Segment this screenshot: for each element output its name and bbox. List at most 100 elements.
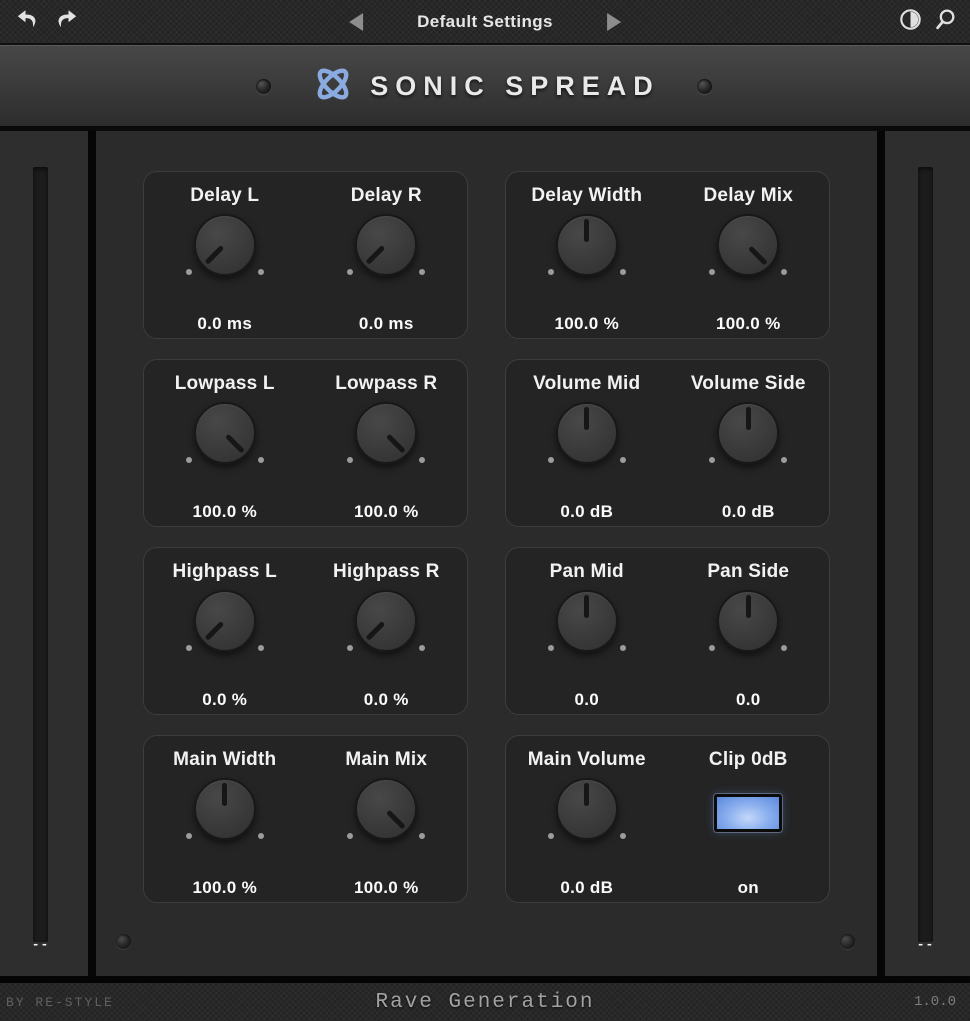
control-main-width: Main Width 100.0 % [144,736,306,902]
knob-max-dot [419,457,425,463]
knob-value: 100.0 % [555,314,619,334]
knob-delay-mix[interactable] [717,214,779,276]
knob-pointer [584,219,589,242]
control-highpass-l: Highpass L 0.0 % [144,548,306,714]
knob-lowpass-r[interactable] [355,402,417,464]
control-clip-0db: Clip 0dB on [668,736,830,902]
next-preset-button[interactable] [601,8,628,35]
knob-max-dot [620,645,626,651]
knob-main-mix[interactable] [355,778,417,840]
group-highpass-lr: Highpass L 0.0 % Highpass R [143,547,468,715]
brand: SONIC SPREAD [310,61,660,112]
left-meter-readout: -- [26,937,55,952]
knob-value: 100.0 % [193,502,257,522]
knob-value: 100.0 % [354,502,418,522]
knob-min-dot [347,645,353,651]
knob-min-dot [186,645,192,651]
group-pan-mid-side: Pan Mid 0.0 Pan Side [505,547,830,715]
version-number: 1.0.0 [914,994,956,1010]
control-pan-side: Pan Side 0.0 [668,548,830,714]
knob-area [673,402,823,470]
knob-label: Main Width [173,749,276,771]
toggle-area [673,778,823,846]
knob-area [673,590,823,658]
knob-delay-width[interactable] [556,214,618,276]
knob-pointer [205,621,225,641]
contrast-toggle-button[interactable] [897,8,924,35]
knob-pan-side[interactable] [717,590,779,652]
knob-pointer [584,783,589,806]
knob-pointer [222,783,227,806]
control-lowpass-r: Lowpass R 100.0 % [306,360,468,526]
preset-name[interactable]: Default Settings [417,12,553,32]
clip-toggle-button[interactable] [714,794,782,832]
control-highpass-r: Highpass R 0.0 % [306,548,468,714]
undo-button[interactable] [13,8,40,35]
knob-pointer [746,407,751,430]
knob-area [512,590,662,658]
screw-icon [116,934,131,949]
zoom-button[interactable] [932,8,959,35]
knob-value: 0.0 % [364,690,409,710]
knob-min-dot [186,457,192,463]
knob-value: 0.0 dB [722,502,775,522]
knob-main-width[interactable] [194,778,256,840]
group-main-volume-clip: Main Volume 0.0 dB Clip 0dB [505,735,830,903]
knob-area [311,402,461,470]
control-delay-l: Delay L 0.0 ms [144,172,306,338]
knob-area [150,402,300,470]
screw-icon [840,934,855,949]
knob-min-dot [347,833,353,839]
knob-min-dot [709,645,715,651]
group-main-width-mix: Main Width 100.0 % Main Mix [143,735,468,903]
right-meter-readout: -- [911,937,940,952]
knob-max-dot [419,269,425,275]
preset-navigator: Default Settings [342,0,628,43]
knob-value: 0.0 [574,690,599,710]
knob-volume-side[interactable] [717,402,779,464]
knob-area [311,778,461,846]
knob-volume-mid[interactable] [556,402,618,464]
knob-value: 100.0 % [716,314,780,334]
redo-button[interactable] [53,8,80,35]
knob-highpass-l[interactable] [194,590,256,652]
screw-icon [697,79,712,94]
divider [88,131,96,976]
knob-pointer [387,809,407,829]
triangle-right-icon [607,13,621,31]
knob-lowpass-l[interactable] [194,402,256,464]
previous-preset-button[interactable] [342,8,369,35]
knob-area [150,778,300,846]
knob-max-dot [419,645,425,651]
triangle-left-icon [349,13,363,31]
control-volume-mid: Volume Mid 0.0 dB [506,360,668,526]
knob-delay-l[interactable] [194,214,256,276]
left-level-meter [33,167,48,942]
control-lowpass-l: Lowpass L 100.0 % [144,360,306,526]
knob-area [150,590,300,658]
knob-main-volume[interactable] [556,778,618,840]
knob-value: 0.0 dB [560,878,613,898]
control-pan-mid: Pan Mid 0.0 [506,548,668,714]
knob-highpass-r[interactable] [355,590,417,652]
control-volume-side: Volume Side 0.0 dB [668,360,830,526]
knob-pointer [205,245,225,265]
knob-value: 0.0 [736,690,761,710]
knob-label: Volume Mid [533,373,640,395]
knob-pointer [746,595,751,618]
knob-label: Pan Side [707,561,789,583]
knob-min-dot [186,833,192,839]
knob-delay-r[interactable] [355,214,417,276]
redo-icon [54,7,80,36]
knob-area [512,778,662,846]
main-area: -- Delay L 0.0 ms Delay [0,131,970,983]
knob-max-dot [620,269,626,275]
knob-value: 0.0 dB [560,502,613,522]
knob-pointer [366,245,386,265]
control-delay-width: Delay Width 100.0 % [506,172,668,338]
knob-pointer [749,245,769,265]
knob-value: 0.0 ms [359,314,414,334]
knob-pan-mid[interactable] [556,590,618,652]
plugin-header: SONIC SPREAD [0,45,970,131]
top-bar: Default Settings [0,0,970,45]
